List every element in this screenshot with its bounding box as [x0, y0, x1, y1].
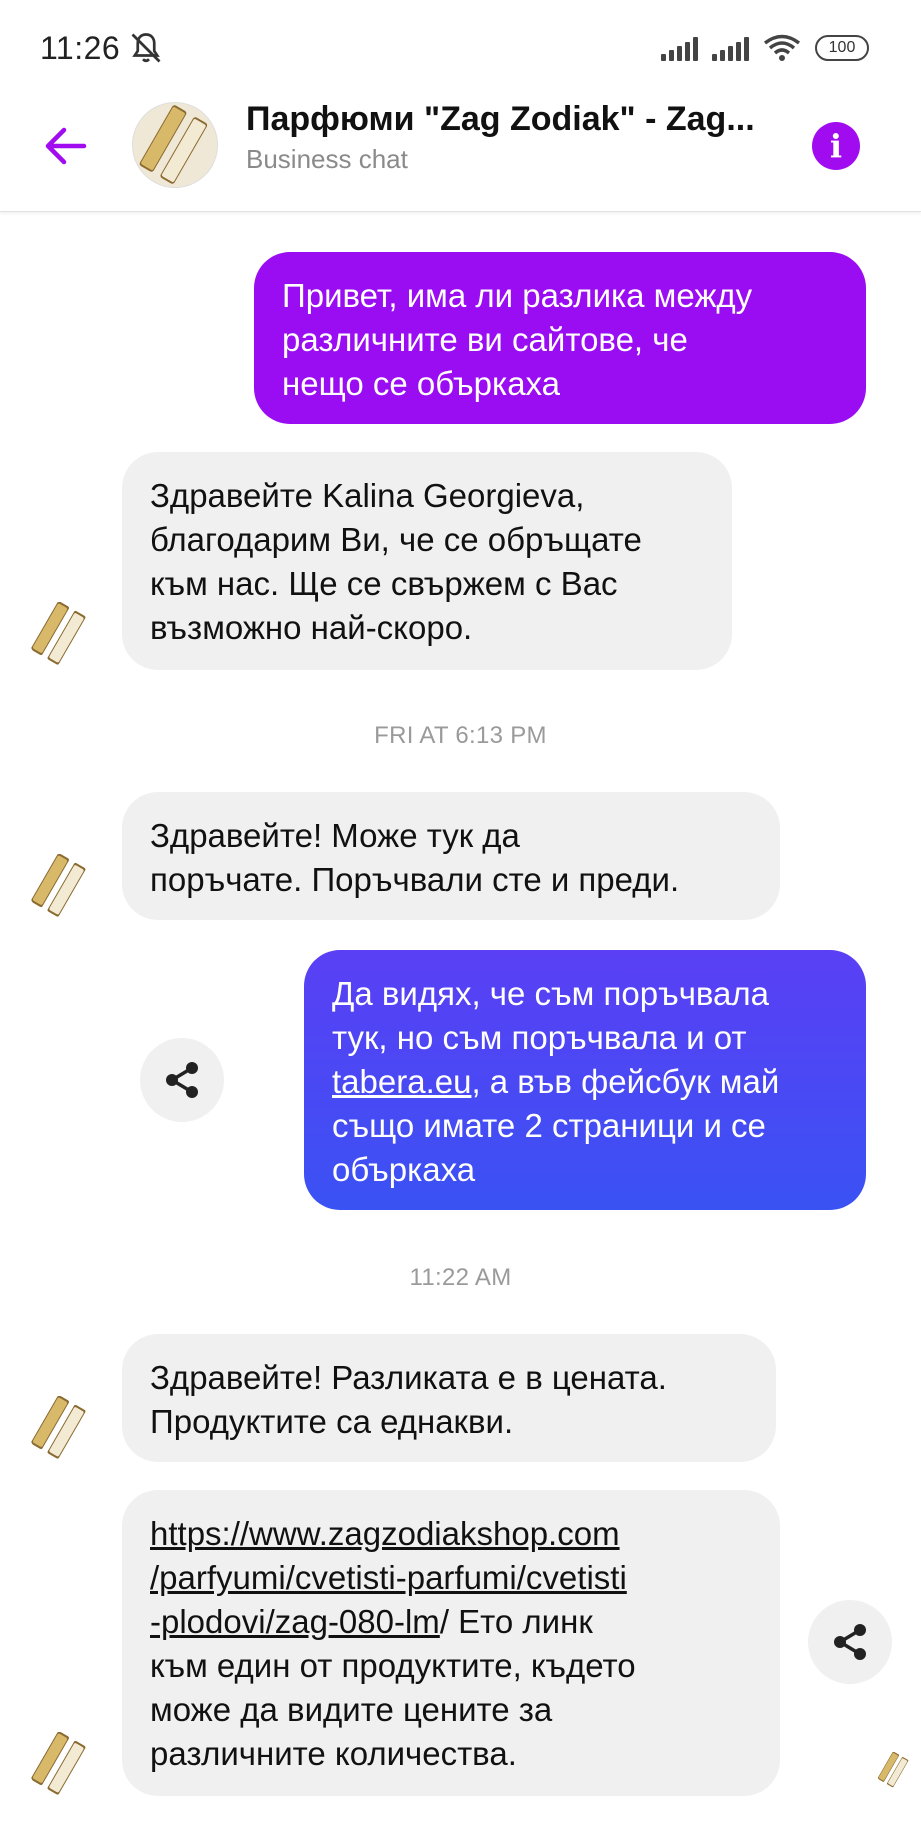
message-line: също имате 2 страници и се: [332, 1107, 766, 1144]
message-line: объркаха: [332, 1151, 476, 1188]
message-line: към нас. Ще се свържем с Вас: [150, 565, 618, 602]
info-icon[interactable]: i: [812, 122, 860, 170]
message-line: различните ви сайтове, че: [282, 321, 688, 358]
chat-subtitle: Business chat: [246, 144, 408, 174]
message-line: /parfyumi/cvetisti-parfumi/cvetisti: [150, 1556, 752, 1600]
message-line: различните количества.: [150, 1735, 517, 1772]
incoming-message[interactable]: https://www.zagzodiakshop.com /parfyumi/…: [122, 1490, 780, 1796]
share-icon: [834, 1624, 866, 1660]
message-text: / Ето линк: [439, 1603, 593, 1640]
chat-title[interactable]: Парфюми "Zag Zodiak" - Zag...: [246, 100, 776, 139]
share-button[interactable]: [140, 1038, 224, 1122]
share-button[interactable]: [808, 1600, 892, 1684]
message-text: , а във фейсбук май: [471, 1063, 780, 1100]
signal-icon: [661, 35, 698, 61]
incoming-message[interactable]: Здравейте! Разликата е в цената. Продукт…: [122, 1334, 776, 1462]
message-link[interactable]: /parfyumi/cvetisti-parfumi/cvetisti: [150, 1559, 627, 1596]
incoming-message[interactable]: Здравейте! Може тук да поръчате. Поръчва…: [122, 792, 780, 920]
timestamp: 11:22 AM: [409, 1264, 512, 1291]
sender-avatar[interactable]: [28, 1396, 92, 1460]
bell-off-icon: [131, 33, 161, 63]
perfume-bottles-avatar[interactable]: [132, 102, 218, 188]
timestamp: FRI AT 6:13 PM: [374, 722, 547, 749]
message-line: нещо се объркаха: [282, 365, 561, 402]
message-line: към един от продуктите, където: [150, 1647, 636, 1684]
message-line: може да видите цените за: [150, 1691, 553, 1728]
message-link[interactable]: tabera.eu: [332, 1063, 471, 1100]
message-line: възможно най-скоро.: [150, 609, 473, 646]
message-line: тук, но съм поръчвала и от: [332, 1019, 747, 1056]
status-bar: 11:26 100: [0, 0, 921, 80]
message-line: Здравейте! Разликата е в цената.: [150, 1359, 667, 1396]
sender-avatar[interactable]: [28, 854, 92, 918]
outgoing-message[interactable]: Привет, има ли разлика между различните …: [254, 252, 866, 424]
arrow-left-icon[interactable]: [40, 120, 92, 172]
incoming-message[interactable]: Здравейте Kalina Georgieva, благодарим В…: [122, 452, 732, 670]
message-line: Здравейте Kalina Georgieva,: [150, 477, 585, 514]
chat-header: Парфюми "Zag Zodiak" - Zag... Business c…: [0, 80, 921, 212]
sender-avatar[interactable]: [28, 602, 92, 666]
message-line: Да видях, че съм поръчвала: [332, 975, 770, 1012]
seen-receipt-avatar: [876, 1752, 912, 1788]
message-link[interactable]: https://www.zagzodiakshop.com: [150, 1515, 620, 1552]
message-line: tabera.eu, а във фейсбук май: [332, 1060, 838, 1104]
battery-icon: 100: [815, 35, 869, 61]
wifi-icon: [763, 34, 801, 61]
sender-avatar[interactable]: [28, 1732, 92, 1796]
share-icon: [166, 1062, 198, 1098]
message-line: Привет, има ли разлика между: [282, 277, 753, 314]
message-line: поръчате. Поръчвали сте и преди.: [150, 861, 680, 898]
message-line: благодарим Ви, че се обръщате: [150, 521, 642, 558]
message-link[interactable]: -plodovi/zag-080-lm: [150, 1603, 440, 1640]
message-line: -plodovi/zag-080-lm/ Ето линк: [150, 1600, 752, 1644]
message-line: Здравейте! Може тук да: [150, 817, 520, 854]
message-line: Продуктите са еднакви.: [150, 1403, 514, 1440]
status-icons: 100: [661, 34, 869, 62]
outgoing-message[interactable]: Да видях, че съм поръчвала тук, но съм п…: [304, 950, 866, 1210]
status-time: 11:26: [40, 30, 121, 66]
signal-icon: [712, 35, 749, 61]
message-line: https://www.zagzodiakshop.com: [150, 1512, 752, 1556]
